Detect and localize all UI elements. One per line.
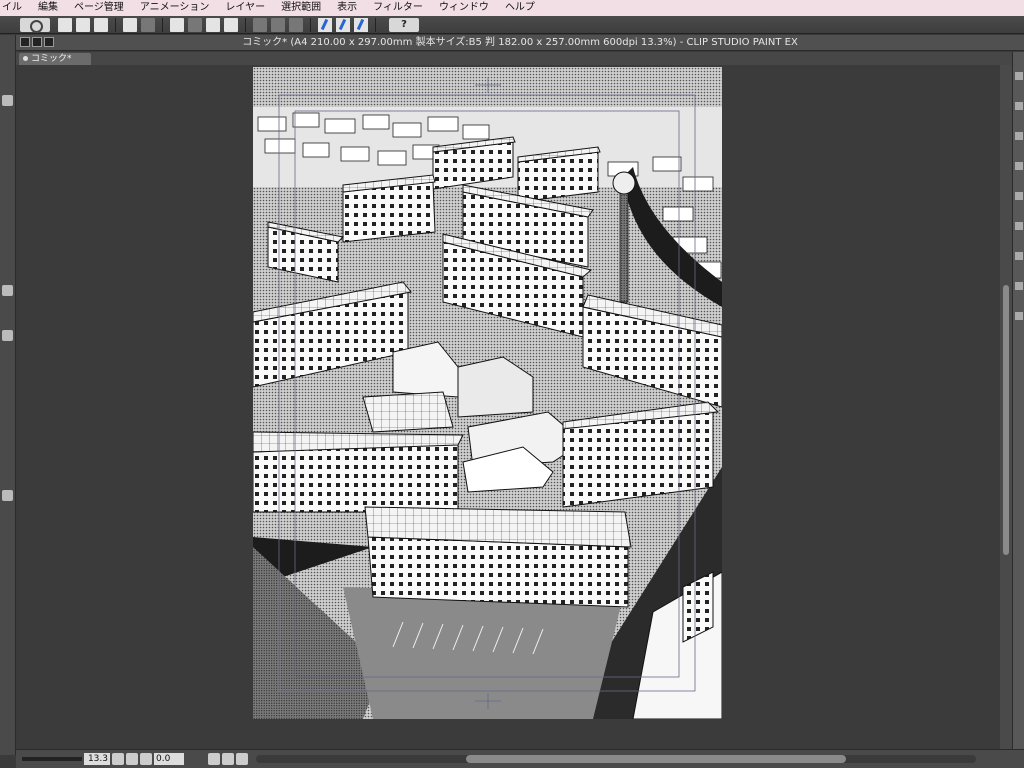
menu-help[interactable]: ヘルプ — [497, 0, 543, 16]
search-icon[interactable] — [2, 330, 13, 341]
scroll-thumb[interactable] — [466, 755, 846, 763]
panel-icon[interactable] — [1015, 102, 1023, 110]
right-panel-edge — [1012, 52, 1024, 756]
panel-icon[interactable] — [1015, 72, 1023, 80]
panel-icon[interactable] — [1015, 162, 1023, 170]
invert-selection-icon[interactable] — [271, 17, 285, 32]
toolbar-divider — [162, 17, 163, 32]
scroll-thumb[interactable] — [1003, 285, 1009, 555]
document-title-bar: コミック* (A4 210.00 x 297.00mm 製本サイズ:B5 判 1… — [16, 35, 1024, 51]
comic-page-illustration[interactable] — [253, 67, 722, 719]
zoom-slider[interactable] — [22, 757, 82, 761]
actual-size-icon[interactable] — [140, 753, 152, 765]
menu-edit[interactable]: 編集 — [30, 0, 66, 16]
snap-ruler-icon[interactable] — [318, 17, 332, 32]
redo-icon[interactable] — [141, 17, 155, 32]
toolbar-divider — [310, 17, 311, 32]
flip-horizontal-icon[interactable] — [236, 753, 248, 765]
document-tab-bar: コミック* — [16, 52, 1024, 65]
menu-page[interactable]: ページ管理 — [66, 0, 132, 16]
panel-icon[interactable] — [1015, 282, 1023, 290]
toolbar-divider — [245, 17, 246, 32]
rotate-left-icon[interactable] — [208, 753, 220, 765]
menu-selection[interactable]: 選択範囲 — [273, 0, 329, 16]
tab-label: コミック* — [31, 54, 72, 64]
toolbar-divider — [115, 17, 116, 32]
clear-outside-icon[interactable] — [188, 17, 202, 32]
zoom-field[interactable]: 13.3 — [84, 753, 110, 765]
panel-icon[interactable] — [1015, 132, 1023, 140]
transform-icon[interactable] — [224, 17, 238, 32]
snap-grid-icon[interactable] — [354, 17, 368, 32]
parking-lot — [343, 587, 623, 719]
menu-animation[interactable]: アニメーション — [132, 0, 218, 16]
rotation-field[interactable]: 0.0 — [154, 753, 184, 765]
apartment-block-front — [364, 506, 632, 608]
panel-collapse-icon[interactable] — [2, 95, 13, 106]
menu-filter[interactable]: フィルター — [365, 0, 431, 16]
zoom-stepper-icon[interactable] — [112, 753, 124, 765]
rotate-right-icon[interactable] — [222, 753, 234, 765]
show-selection-icon[interactable] — [289, 17, 303, 32]
command-bar: ? — [0, 16, 1024, 34]
open-file-icon[interactable] — [76, 17, 90, 32]
fill-icon[interactable] — [206, 17, 220, 32]
horizontal-scrollbar[interactable] — [256, 755, 976, 763]
help-button[interactable]: ? — [389, 17, 419, 32]
clear-icon[interactable] — [170, 17, 184, 32]
apartment-block — [342, 174, 436, 243]
trash-icon[interactable] — [2, 285, 13, 296]
panel-icon[interactable] — [1015, 312, 1023, 320]
status-bar: 13.3 0.0 — [16, 749, 1024, 768]
new-file-icon[interactable] — [58, 17, 72, 32]
vertical-scrollbar[interactable] — [1000, 65, 1012, 749]
panel-icon[interactable] — [1015, 222, 1023, 230]
menu-window[interactable]: ウィンドウ — [431, 0, 497, 16]
menu-view[interactable]: 表示 — [329, 0, 365, 16]
left-panel-edge — [0, 35, 16, 755]
menu-layer[interactable]: レイヤー — [217, 0, 273, 16]
save-icon[interactable] — [94, 17, 108, 32]
clip-studio-logo-icon[interactable] — [20, 17, 50, 33]
panel-icon[interactable] — [1015, 192, 1023, 200]
menu-bar: イル 編集 ページ管理 アニメーション レイヤー 選択範囲 表示 フィルター ウ… — [0, 0, 1024, 16]
window-title: コミック* (A4 210.00 x 297.00mm 製本サイズ:B5 判 1… — [242, 37, 798, 48]
toolbar-divider — [375, 17, 376, 32]
snap-special-ruler-icon[interactable] — [336, 17, 350, 32]
undo-icon[interactable] — [123, 17, 137, 32]
apartment-block — [253, 431, 464, 513]
bulb-icon[interactable] — [2, 490, 13, 501]
apartment-block — [517, 146, 601, 203]
tab-comic[interactable]: コミック* — [19, 53, 91, 65]
tab-close-icon[interactable] — [23, 56, 28, 61]
deselect-icon[interactable] — [253, 17, 267, 32]
menu-file[interactable]: イル — [0, 0, 30, 16]
fit-view-icon[interactable] — [126, 753, 138, 765]
panel-icon[interactable] — [1015, 252, 1023, 260]
